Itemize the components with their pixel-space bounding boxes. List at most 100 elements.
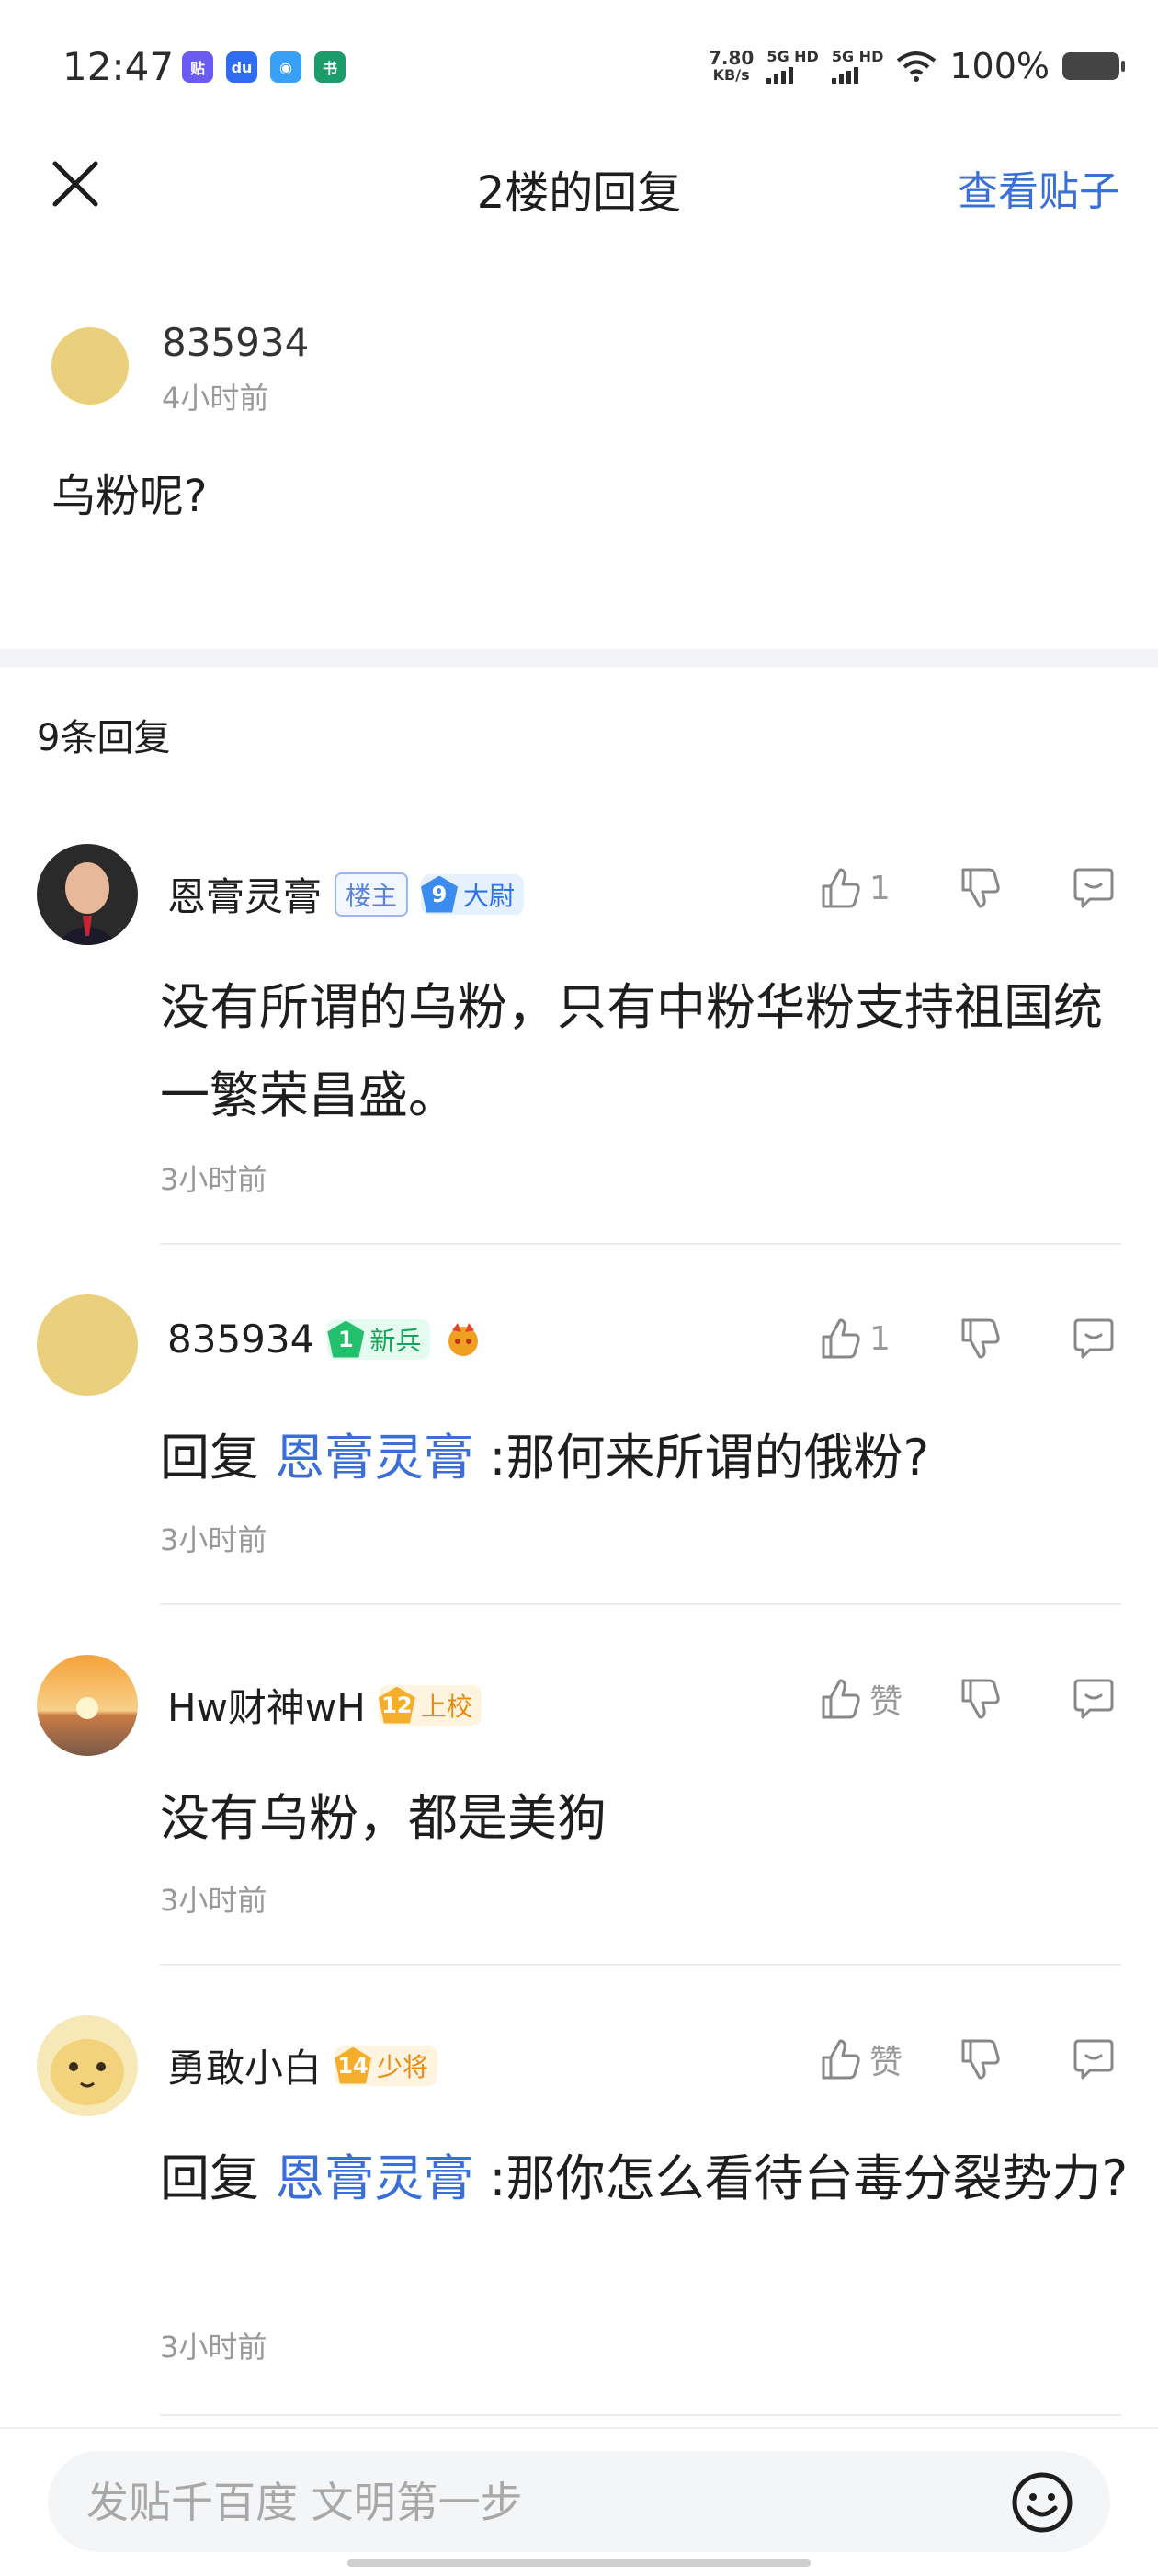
comment-button[interactable] xyxy=(1070,1315,1118,1362)
reply-time: 3小时前 xyxy=(160,1522,267,1557)
level-badge: 12 上校 xyxy=(378,1684,482,1726)
reply-time: 3小时前 xyxy=(160,1162,267,1197)
thumb-up-icon xyxy=(822,1679,860,1719)
level-number: 1 xyxy=(327,1320,365,1358)
reply-prefix: 回复 xyxy=(160,2149,259,2207)
dislike-button[interactable] xyxy=(956,2035,1004,2083)
level-title: 大尉 xyxy=(463,880,516,911)
like-count: 1 xyxy=(869,869,891,907)
reply-to-link[interactable]: 恩膏灵膏 xyxy=(275,2149,473,2207)
reply-separator xyxy=(160,1243,1121,1245)
reply-content: 回复 恩膏灵膏 :那何来所谓的俄粉? xyxy=(160,1414,1134,1502)
status-bar: 12:47 贴 du ◉ 书 7.80 KB/s 5G HD 5G HD 100… xyxy=(0,0,1158,138)
reply-input-container xyxy=(48,2451,1110,2554)
thumb-down-icon xyxy=(961,1679,1000,1719)
comment-icon xyxy=(1073,2039,1114,2080)
tieba-icon: 贴 xyxy=(182,51,213,83)
comment-icon xyxy=(1073,1318,1114,1359)
reply-separator xyxy=(160,1964,1121,1966)
level-badge: 1 新兵 xyxy=(327,1318,431,1360)
reply-username[interactable]: Hw财神wH xyxy=(167,1677,366,1733)
reply-time: 3小时前 xyxy=(160,1883,267,1918)
level-badge: 14 少将 xyxy=(335,2045,438,2086)
status-time: 12:47 xyxy=(62,44,175,89)
nav-bar: 2楼的回复 查看贴子 xyxy=(0,138,1158,230)
bottom-input-bar xyxy=(0,2427,1158,2576)
reply-input[interactable] xyxy=(85,2451,1007,2554)
thumb-up-icon xyxy=(822,868,860,908)
baidu-icon: du xyxy=(226,51,257,83)
comment-button[interactable] xyxy=(1070,1675,1118,1723)
comment-icon xyxy=(1073,868,1114,908)
avatar[interactable] xyxy=(37,2015,138,2116)
avatar[interactable] xyxy=(37,1294,138,1396)
reply-header: 835934 1 新兵 xyxy=(167,1316,483,1362)
dislike-button[interactable] xyxy=(956,1675,1004,1723)
op-username[interactable]: 835934 xyxy=(162,320,309,365)
thumb-up-icon xyxy=(822,1318,860,1359)
reply-username[interactable]: 835934 xyxy=(167,1316,314,1362)
reply-count: 9条回复 xyxy=(37,717,171,759)
reply-header: 恩膏灵膏 楼主 9 大尉 xyxy=(167,866,525,922)
fan-badge-icon xyxy=(448,1322,479,1356)
net-speed: 7.80 KB/s xyxy=(708,47,755,84)
app-icon: 书 xyxy=(314,51,346,83)
reply-username[interactable]: 恩膏灵膏 xyxy=(167,866,322,922)
reply-to-link[interactable]: 恩膏灵膏 xyxy=(275,1429,473,1487)
wifi-icon xyxy=(897,51,937,82)
level-number: 12 xyxy=(378,1686,415,1724)
avatar[interactable] xyxy=(37,844,138,945)
comment-button[interactable] xyxy=(1070,2035,1118,2083)
view-post-button[interactable]: 查看贴子 xyxy=(958,158,1119,217)
robot-app-icon: ◉ xyxy=(270,51,301,83)
like-count: 赞 xyxy=(869,1683,903,1721)
comment-button[interactable] xyxy=(1070,864,1118,912)
reply-prefix: 回复 xyxy=(160,1429,259,1487)
thumb-down-icon xyxy=(961,1318,1000,1359)
level-number: 14 xyxy=(335,2046,372,2084)
status-right: 7.80 KB/s 5G HD 5G HD 100% xyxy=(708,46,1125,86)
thumb-down-icon xyxy=(961,2039,1000,2080)
level-badge: 9 大尉 xyxy=(421,873,525,915)
reply-separator xyxy=(160,2414,1121,2416)
reply-time: 3小时前 xyxy=(160,2330,267,2365)
reply-username[interactable]: 勇敢小白 xyxy=(167,2037,322,2093)
reply-actions: 1 xyxy=(816,864,1118,912)
emoji-icon[interactable] xyxy=(1011,2471,1073,2534)
reply-actions: 赞 xyxy=(816,2035,1118,2083)
avatar[interactable] xyxy=(51,327,129,405)
reply-text: :那何来所谓的俄粉? xyxy=(489,1429,930,1487)
section-divider xyxy=(0,649,1158,667)
reply-text: :那你怎么看待台毒分裂势力? xyxy=(489,2149,1129,2207)
reply-separator xyxy=(160,1603,1121,1605)
level-number: 9 xyxy=(421,875,459,913)
reply-content: 回复 恩膏灵膏 :那你怎么看待台毒分裂势力? xyxy=(160,2135,1134,2223)
level-title: 上校 xyxy=(420,1691,472,1722)
reply-content: 没有所谓的乌粉，只有中粉华粉支持祖国统一繁荣昌盛。 xyxy=(160,978,1103,1124)
reply-header: Hw财神wH 12 上校 xyxy=(167,1677,482,1733)
like-button[interactable]: 赞 xyxy=(816,2035,908,2083)
reply-header: 勇敢小白 14 少将 xyxy=(167,2037,438,2093)
home-indicator[interactable] xyxy=(347,2559,811,2567)
reply-actions: 1 xyxy=(816,1315,1118,1362)
host-badge: 楼主 xyxy=(335,872,409,917)
battery-percent: 100% xyxy=(949,46,1050,86)
like-button[interactable]: 赞 xyxy=(816,1675,908,1723)
like-count: 1 xyxy=(869,1319,891,1358)
like-count: 赞 xyxy=(869,2044,903,2081)
reply-content: 没有乌粉，都是美狗 xyxy=(160,1789,607,1847)
dislike-button[interactable] xyxy=(956,864,1004,912)
like-button[interactable]: 1 xyxy=(816,864,908,912)
dislike-button[interactable] xyxy=(956,1315,1004,1362)
battery-icon xyxy=(1062,52,1125,80)
level-title: 少将 xyxy=(377,2051,429,2082)
avatar[interactable] xyxy=(37,1655,138,1756)
like-button[interactable]: 1 xyxy=(816,1315,908,1362)
signal-sim2-icon: 5G HD xyxy=(831,49,883,84)
thumb-down-icon xyxy=(961,868,1000,908)
level-title: 新兵 xyxy=(369,1325,422,1356)
status-app-icons: 贴 du ◉ 书 xyxy=(182,51,346,83)
op-time: 4小时前 xyxy=(162,381,269,416)
comment-icon xyxy=(1073,1679,1114,1719)
signal-sim1-icon: 5G HD xyxy=(766,49,819,84)
